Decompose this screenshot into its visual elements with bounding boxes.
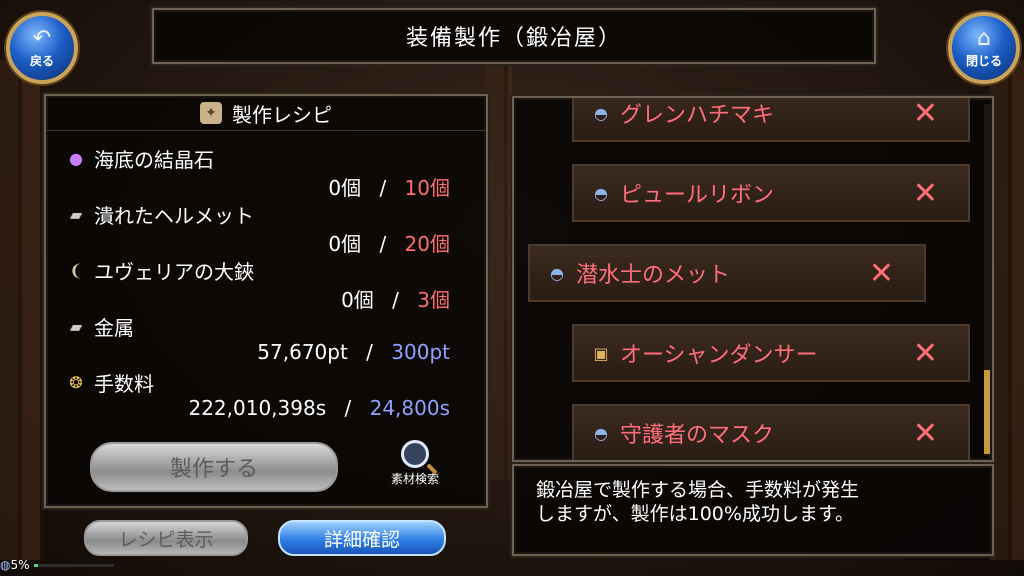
status-percent: 5% [10, 558, 30, 572]
page-title: 装備製作（鍛冶屋） [405, 26, 622, 51]
status-globe-icon: ◍ [0, 558, 11, 572]
helmet-icon: ◓ [594, 103, 608, 123]
claw-icon: ❨ [69, 261, 83, 280]
ingot-icon: ▰ [69, 205, 83, 224]
material-quantity: 57,670pt / 300pt [257, 340, 450, 364]
helmet-icon: ◓ [550, 263, 564, 283]
material-search-label: 素材検索 [390, 472, 439, 486]
helmet-icon: ◓ [594, 423, 608, 443]
list-item[interactable]: ◓ 守護者のマスク ✕ [572, 404, 970, 460]
material-have: 0個 [328, 232, 362, 256]
unavailable-mark-icon: ✕ [868, 255, 894, 291]
material-name: 潰れたヘルメット [94, 204, 254, 228]
item-name: オーシャンダンサー [620, 343, 818, 368]
back-label: 戻る [29, 53, 54, 68]
magnifier-icon [401, 440, 429, 468]
coins-icon: ❂ [69, 373, 83, 392]
recipe-panel: ✦ 製作レシピ ● 海底の結晶石 0個 / 10個 ▰ 潰れたヘルメット 0個 … [44, 94, 488, 508]
back-arrow-icon: ↶ [32, 25, 52, 51]
item-name: 守護者のマスク [620, 423, 775, 448]
info-panel: 鍛冶屋で製作する場合、手数料が発生 しますが、製作は100%成功します。 [512, 464, 994, 556]
material-need: 10個 [404, 176, 450, 200]
material-name-row: ● 海底の結晶石 [64, 144, 214, 173]
close-button[interactable]: ⌂ 閉じる [948, 12, 1020, 84]
material-need: 300pt [391, 340, 450, 364]
list-item[interactable]: ▣ オーシャンダンサー ✕ [572, 324, 970, 382]
quantity-separator: / [379, 176, 387, 200]
material-name-row: ❂ 手数料 [64, 368, 154, 397]
crystal-icon: ● [69, 149, 83, 168]
armor-icon: ▣ [593, 343, 609, 363]
list-item[interactable]: ◓ ピュールリボン ✕ [572, 164, 970, 222]
details-button[interactable]: 詳細確認 [278, 520, 446, 556]
back-button[interactable]: ↶ 戻る [6, 12, 78, 84]
unavailable-mark-icon: ✕ [912, 96, 938, 131]
recipe-header: ✦ 製作レシピ [46, 96, 486, 131]
close-label: 閉じる [965, 53, 1002, 68]
material-name: ユヴェリアの大鋏 [94, 260, 254, 284]
quantity-separator: / [366, 340, 373, 364]
bookshelf-right [990, 60, 1024, 560]
quantity-separator: / [379, 232, 387, 256]
material-quantity: 0個 / 20個 [328, 228, 450, 257]
material-quantity: 0個 / 10個 [328, 172, 450, 201]
title-bar: 装備製作（鍛冶屋） [152, 8, 876, 64]
material-have: 0個 [328, 176, 362, 200]
show-recipe-button[interactable]: レシピ表示 [84, 520, 248, 556]
material-name: 海底の結晶石 [94, 148, 214, 172]
info-line-2: しますが、製作は100%成功します。 [536, 503, 855, 525]
material-name: 金属 [94, 316, 134, 340]
info-text: 鍛冶屋で製作する場合、手数料が発生 しますが、製作は100%成功します。 [536, 478, 992, 526]
info-line-1: 鍛冶屋で製作する場合、手数料が発生 [536, 479, 860, 501]
material-quantity: 0個 / 3個 [341, 284, 450, 313]
bookshelf-center [486, 60, 512, 480]
material-need: 20個 [404, 232, 450, 256]
item-name: ピュールリボン [620, 183, 775, 208]
unavailable-mark-icon: ✕ [912, 335, 938, 371]
list-item[interactable]: ◓ グレンハチマキ ✕ [572, 96, 970, 142]
material-quantity: 222,010,398s / 24,800s [188, 396, 450, 420]
material-need: 24,800s [369, 396, 450, 420]
item-name: グレンハチマキ [620, 103, 775, 128]
material-search-button[interactable]: 素材検索 [370, 440, 460, 487]
recipe-book-icon: ✦ [200, 102, 222, 124]
material-name-row: ▰ 潰れたヘルメット [64, 200, 254, 229]
material-name-row: ▰ 金属 [64, 312, 134, 341]
list-item-selected[interactable]: ◓ 潜水士のメット ✕ [528, 244, 926, 302]
material-have: 222,010,398s [188, 396, 327, 420]
quantity-separator: / [344, 396, 352, 420]
status-indicator: ◍ 5% [0, 558, 114, 572]
bookshelf-left [0, 60, 44, 560]
list-scrollbar-thumb[interactable] [984, 370, 990, 454]
material-name-row: ❨ ユヴェリアの大鋏 [64, 256, 254, 285]
helmet-icon: ◓ [594, 183, 608, 203]
status-progress-bar [33, 563, 114, 567]
ingot-icon: ▰ [69, 317, 83, 336]
material-need: 3個 [417, 288, 450, 312]
unavailable-mark-icon: ✕ [912, 175, 938, 211]
recipe-title: 製作レシピ [232, 102, 332, 127]
home-icon: ⌂ [977, 25, 991, 51]
item-name: 潜水士のメット [576, 263, 731, 288]
unavailable-mark-icon: ✕ [912, 415, 938, 451]
make-button[interactable]: 製作する [90, 442, 338, 492]
material-have: 0個 [341, 288, 374, 312]
material-name: 手数料 [94, 372, 154, 396]
equipment-list: ◓ グレンハチマキ ✕ ◓ ピュールリボン ✕ ◓ 潜水士のメット ✕ ▣ オー… [512, 96, 994, 462]
quantity-separator: / [392, 288, 399, 312]
material-have: 57,670pt [257, 340, 348, 364]
